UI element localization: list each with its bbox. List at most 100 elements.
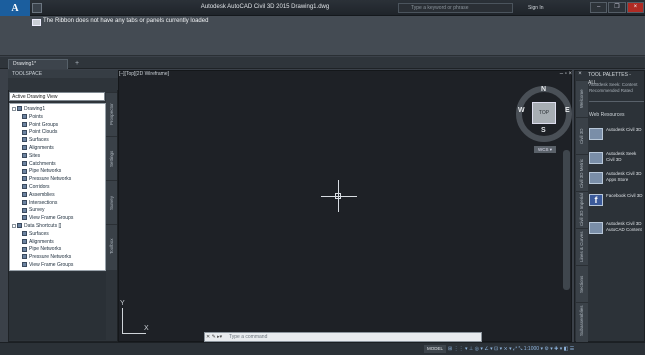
minimize-button[interactable]: – [590, 2, 608, 13]
palette-tab[interactable]: Sections [576, 265, 588, 302]
tree-node-icon [22, 262, 27, 268]
tree-node[interactable]: Points [22, 114, 43, 121]
tree-node[interactable]: Pipe Networks [22, 246, 61, 253]
expand-toggle-icon[interactable] [12, 106, 16, 111]
tree-node-icon [22, 199, 27, 205]
wcs-menu[interactable]: WCS ▾ [534, 146, 556, 153]
tree-node[interactable]: Assemblies [22, 192, 55, 199]
close-button[interactable]: × [626, 2, 644, 13]
window-title: Autodesk AutoCAD Civil 3D 2015 Drawing1.… [200, 4, 330, 10]
tree-node-label: View Frame Groups [29, 262, 74, 268]
document-tabs-bar [0, 57, 645, 69]
tree-node-label: Survey [29, 207, 45, 214]
palette-tab[interactable]: Subassemblies [576, 302, 588, 339]
palette-link-item[interactable]: Autodesk Civil 3D [589, 124, 645, 146]
sign-in-button[interactable]: Sign In [518, 3, 564, 13]
window-controls: – ❐ × [590, 2, 645, 14]
navigation-bar[interactable] [563, 150, 570, 290]
tree-node[interactable]: Drawing1 [12, 106, 45, 113]
ucs-y-label: Y [120, 300, 125, 307]
toolspace-tab[interactable]: Settings [106, 136, 117, 180]
tree-node[interactable]: Corridors [22, 184, 50, 191]
palette-link-item[interactable]: Autodesk Civil 3D Apps Store [589, 168, 645, 190]
tree-node-icon [22, 215, 27, 221]
compass-north[interactable]: N [541, 86, 546, 93]
tree-node-icon [17, 223, 22, 229]
palette-tab[interactable]: Civil 3D Imperial [576, 191, 588, 228]
toolspace-tab[interactable]: Survey [106, 180, 117, 224]
tree-node[interactable]: Alignments [22, 239, 54, 246]
document-tab[interactable]: Drawing1* [8, 59, 68, 69]
tree-node[interactable]: Pipe Networks [22, 168, 61, 175]
tree-node[interactable]: Pressure Networks [22, 254, 71, 261]
tree-node-label: Point Groups [29, 121, 59, 128]
ucs-x-axis [122, 333, 146, 334]
palette-link-item[interactable]: Autodesk Civil 3D AutoCAD Content [589, 218, 645, 240]
viewport-controls-label[interactable]: [–][Top][2D Wireframe] [119, 71, 199, 79]
model-space-button[interactable]: MODEL [424, 345, 446, 353]
palette-tab[interactable]: Civil 3D [576, 117, 588, 154]
compass-west[interactable]: W [518, 107, 525, 114]
tree-node-icon [22, 191, 27, 197]
new-document-tab-button[interactable]: + [72, 59, 82, 69]
palette-link-label: Facebook Civil 3D [606, 193, 643, 198]
toolspace-tab[interactable]: Toolbox [106, 224, 117, 268]
palette-link-item[interactable]: Autodesk Seek Civil 3D [589, 148, 645, 170]
ucs-y-axis [122, 308, 123, 334]
palette-tab[interactable]: Welcome [576, 80, 588, 117]
tree-node[interactable]: Intersections [22, 200, 57, 207]
tree-node-label: Pipe Networks [29, 168, 62, 175]
tree-node[interactable]: Surfaces [22, 137, 49, 144]
tree-node-icon [22, 176, 27, 182]
tree-node-label: Pressure Networks [29, 176, 72, 183]
tree-node-icon [22, 254, 27, 260]
expand-toggle-icon[interactable] [12, 223, 16, 228]
tree-node-label: Drawing1 [24, 106, 46, 112]
tree-node[interactable]: Data Shortcuts [] [12, 223, 61, 230]
palette-divider [589, 101, 644, 102]
tree-node[interactable]: Surfaces [22, 231, 49, 238]
prospector-tree: Drawing1 Points Point Groups Point Clouds Su… [9, 103, 106, 271]
tree-node[interactable]: Point Groups [22, 122, 58, 129]
tree-node-label: Point Clouds [29, 129, 58, 136]
tree-node-label: Pipe Networks [29, 246, 62, 253]
tree-node[interactable]: Sites [22, 153, 40, 160]
tree-node-label: Sites [29, 152, 41, 159]
web-resource-icon [589, 222, 603, 234]
tree-node[interactable]: Pressure Networks [22, 176, 71, 183]
tree-node[interactable]: View Frame Groups [22, 215, 73, 222]
drawing-canvas[interactable] [118, 70, 572, 342]
palette-tab[interactable]: Lines & Curves [576, 228, 588, 265]
tree-node[interactable]: Survey [22, 207, 45, 214]
palette-link-item[interactable]: f Facebook Civil 3D [589, 190, 645, 212]
toolspace-tab[interactable]: Prospector [106, 92, 117, 136]
tree-node-label: Catchments [29, 160, 56, 167]
crosshair-pickbox [335, 193, 341, 199]
search-input[interactable]: Type a keyword or phrase [398, 3, 513, 13]
palette-close-icon[interactable]: × [574, 70, 586, 79]
command-line-icons[interactable]: ✕ ✎ ▸▾ [206, 333, 226, 341]
toolspace-view-select[interactable]: Active Drawing View [9, 92, 105, 101]
viewport-window-controls[interactable]: – ▫ × [556, 71, 572, 79]
restore-button[interactable]: ❐ [608, 2, 626, 13]
palette-link-label: Autodesk Civil 3D AutoCAD Content [606, 221, 642, 232]
tree-node-icon [22, 168, 27, 174]
autocad-logo-icon: A [11, 2, 19, 14]
web-resource-icon [589, 172, 603, 184]
palette-tab[interactable]: Civil 3D Metric [576, 154, 588, 191]
tree-node[interactable]: Point Clouds [22, 129, 57, 136]
palette-side-tabs: Welcome Civil 3D Civil 3D Metric Civil 3D I… [576, 80, 588, 342]
application-menu-button[interactable]: A [0, 0, 30, 16]
tree-node[interactable]: Alignments [22, 145, 54, 152]
tree-node[interactable]: Catchments [22, 161, 56, 168]
palette-title: TOOL PALETTES - ALL... [588, 72, 631, 86]
quick-access-toolbar-icon[interactable] [32, 3, 42, 13]
viewcube[interactable]: TOP [532, 102, 556, 124]
status-bar-toggles[interactable]: ⊞ ⋮⋮ ▾ ⊥ ◎ ▾ ∠ ▾ ⊡ ▾ ⨯ ▾ ⤢ ⤡ 1:1000 ▾ ⚙ … [448, 345, 645, 353]
tree-node-icon [22, 160, 27, 166]
compass-east[interactable]: E [565, 107, 570, 114]
compass-south[interactable]: S [541, 127, 546, 134]
command-line-input[interactable]: Type a command [204, 332, 482, 342]
palette-link-label: Autodesk Seek Civil 3D [606, 151, 637, 162]
tree-node[interactable]: View Frame Groups [22, 262, 73, 269]
